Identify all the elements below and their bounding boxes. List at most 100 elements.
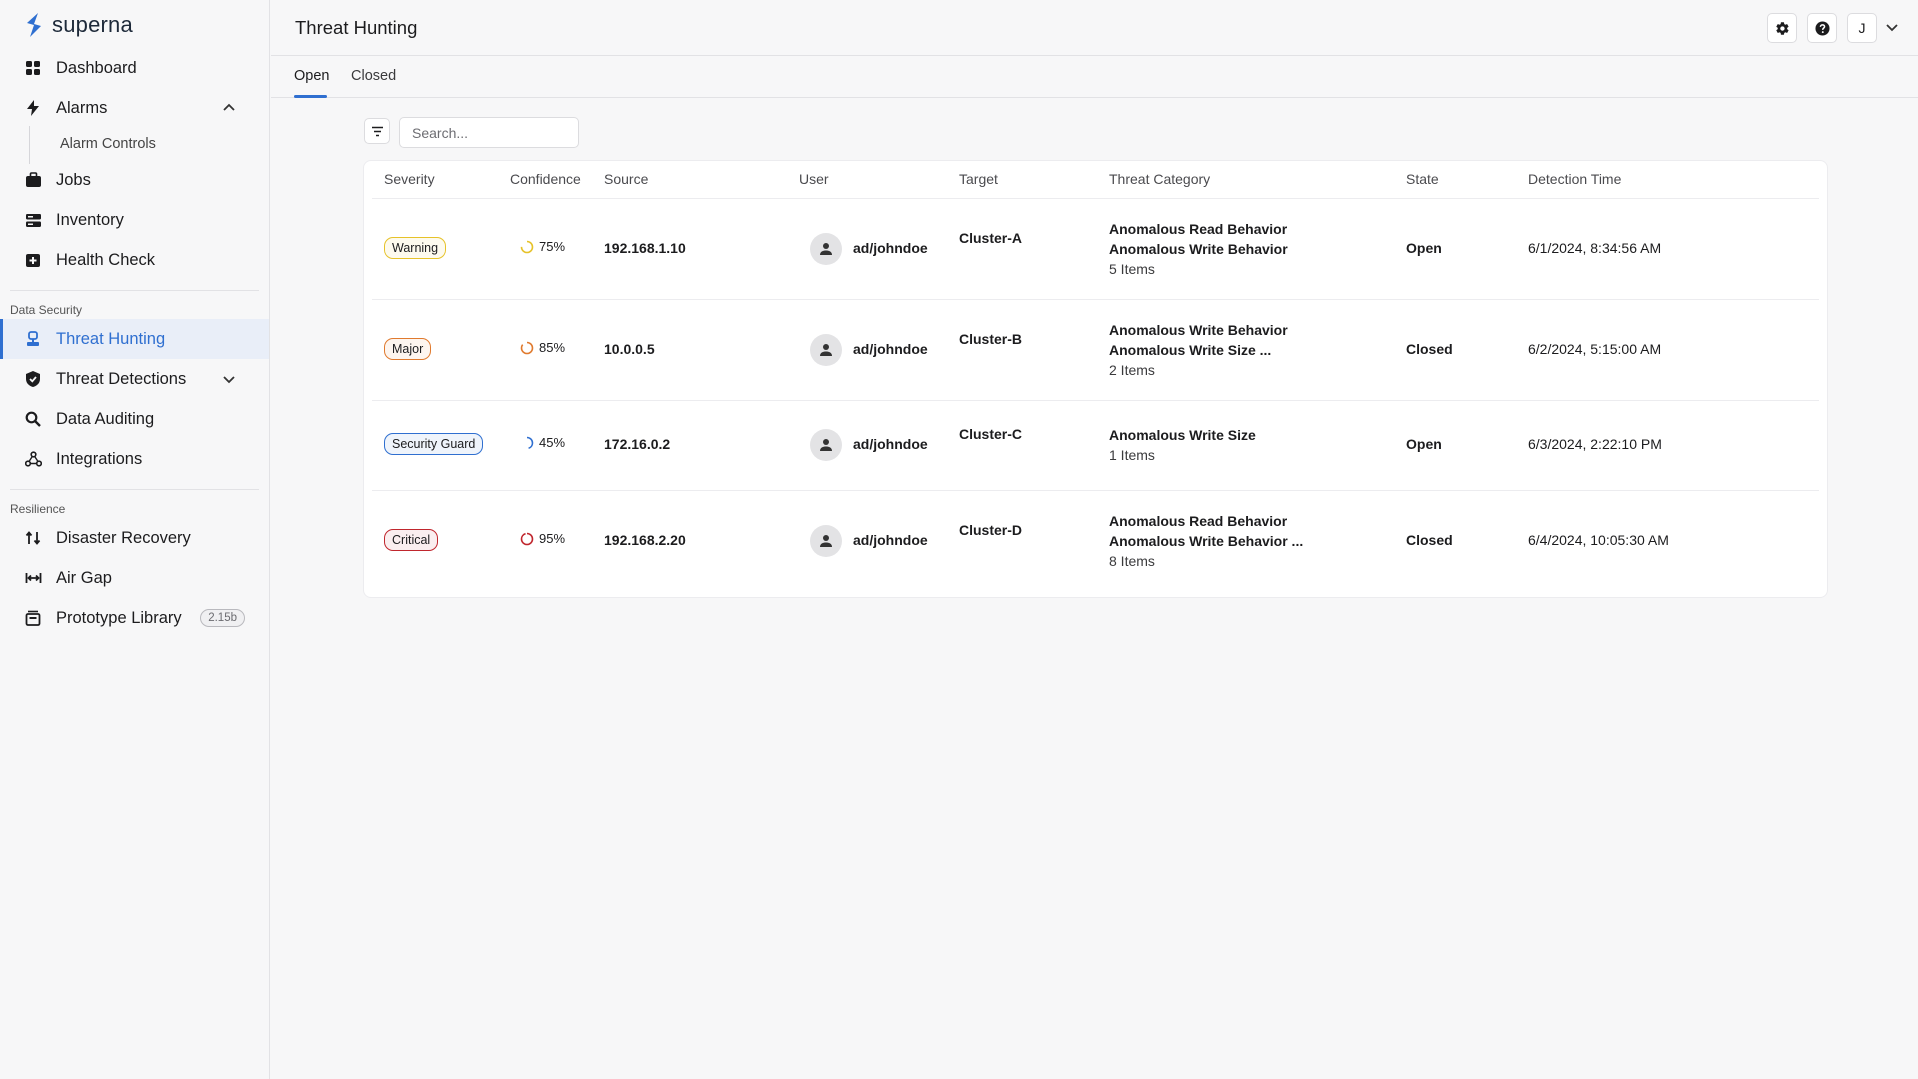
table-row[interactable]: Security Guard 45% 172.16.0.2 ad/johndoe…	[372, 401, 1819, 491]
shield-icon	[24, 370, 42, 388]
tab-bar: Open Closed	[271, 56, 1918, 98]
state-value: Open	[1406, 436, 1442, 452]
confidence-ring-icon	[520, 532, 534, 545]
user-avatar	[810, 525, 842, 557]
source-ip: 192.168.2.20	[604, 532, 686, 548]
threat-category: Anomalous Write Size 1 Items	[1109, 425, 1256, 465]
confidence-indicator: 75%	[520, 239, 565, 254]
person-icon	[820, 243, 832, 255]
chevron-down-icon[interactable]	[1884, 19, 1900, 35]
threat-category-line: Anomalous Write Behavior ...	[1109, 533, 1304, 549]
column-header-source[interactable]: Source	[604, 171, 648, 187]
sidebar-item-health-check[interactable]: Health Check	[0, 240, 269, 280]
tab-closed[interactable]: Closed	[351, 68, 396, 84]
threat-category-line: Anomalous Write Size	[1109, 427, 1256, 443]
person-icon	[820, 535, 832, 547]
person-icon	[820, 439, 832, 451]
header: Threat Hunting J	[271, 0, 1918, 56]
sidebar-item-threat-hunting[interactable]: Threat Hunting	[0, 319, 269, 359]
column-header-confidence[interactable]: Confidence	[510, 171, 581, 187]
table-row[interactable]: Warning 75% 192.168.1.10 ad/johndoe Clus…	[372, 199, 1819, 300]
superna-logo-icon	[27, 13, 41, 37]
sidebar-item-label: Dashboard	[56, 58, 137, 77]
gear-icon	[1775, 21, 1789, 35]
table-row[interactable]: Critical 95% 192.168.2.20 ad/johndoe Clu…	[372, 491, 1819, 592]
chevron-up-icon[interactable]	[221, 100, 237, 116]
logo-text: superna	[52, 12, 133, 37]
sidebar-item-jobs[interactable]: Jobs	[0, 160, 269, 200]
threat-item-count: 5 Items	[1109, 261, 1155, 277]
chevron-down-icon[interactable]	[221, 371, 237, 387]
sidebar-divider	[10, 489, 259, 490]
threats-table: Severity Confidence Source User Target T…	[363, 160, 1828, 598]
medical-icon	[24, 251, 42, 269]
sidebar-item-label: Alarms	[56, 98, 108, 117]
filter-button[interactable]	[364, 118, 390, 144]
source-ip: 172.16.0.2	[604, 436, 671, 452]
sidebar-item-integrations[interactable]: Integrations	[0, 439, 269, 479]
confidence-indicator: 85%	[520, 340, 565, 355]
column-header-detection-time[interactable]: Detection Time	[1528, 171, 1621, 187]
confidence-value: 85%	[539, 340, 566, 355]
target-cluster: Cluster-A	[959, 230, 1023, 246]
sidebar-item-disaster-recovery[interactable]: Disaster Recovery	[0, 518, 269, 558]
sidebar-item-inventory[interactable]: Inventory	[0, 200, 269, 240]
settings-button[interactable]	[1767, 13, 1797, 43]
filter-icon	[371, 126, 383, 136]
sidebar-item-alarms[interactable]: Alarms	[0, 88, 269, 128]
column-header-threat-category[interactable]: Threat Category	[1109, 171, 1210, 187]
search-input[interactable]	[399, 117, 579, 148]
user-name: ad/johndoe	[853, 436, 928, 452]
column-header-severity[interactable]: Severity	[384, 171, 435, 187]
detection-time: 6/3/2024, 2:22:10 PM	[1528, 436, 1662, 452]
threat-category: Anomalous Write Behavior Anomalous Write…	[1109, 320, 1288, 380]
sidebar-item-threat-detections[interactable]: Threat Detections	[0, 359, 269, 399]
version-badge: 2.15b	[200, 609, 245, 627]
threat-item-count: 8 Items	[1109, 553, 1155, 569]
threat-category-line: Anomalous Read Behavior	[1109, 221, 1288, 237]
help-button[interactable]	[1807, 13, 1837, 43]
sidebar-section-title: Resilience	[10, 502, 66, 516]
confidence-indicator: 45%	[520, 435, 565, 450]
threat-category-line: Anomalous Write Size ...	[1109, 342, 1272, 358]
air-gap-icon	[24, 569, 42, 587]
column-header-state[interactable]: State	[1406, 171, 1439, 187]
column-header-user[interactable]: User	[799, 171, 829, 187]
sidebar-item-dashboard[interactable]: Dashboard	[0, 48, 269, 88]
user-initial: J	[1858, 20, 1866, 36]
bolt-icon	[24, 99, 42, 117]
sidebar-item-label: Data Auditing	[56, 409, 155, 428]
state-value: Closed	[1406, 532, 1453, 548]
confidence-arc	[520, 532, 534, 545]
sidebar-item-label: Inventory	[56, 210, 124, 229]
severity-badge: Warning	[384, 237, 447, 259]
sidebar-subitem-alarm-controls[interactable]: Alarm Controls	[0, 126, 269, 164]
column-header-target[interactable]: Target	[959, 171, 998, 187]
sidebar-item-label: Health Check	[56, 250, 156, 269]
tab-open[interactable]: Open	[294, 68, 329, 84]
page-title: Threat Hunting	[295, 17, 418, 38]
logo[interactable]: superna	[22, 10, 133, 40]
sidebar-item-data-auditing[interactable]: Data Auditing	[0, 399, 269, 439]
confidence-indicator: 95%	[520, 531, 565, 546]
swap-icon	[24, 529, 42, 547]
source-ip: 192.168.1.10	[604, 240, 686, 256]
inventory-icon	[24, 211, 42, 229]
sidebar-item-label: Threat Detections	[56, 369, 187, 388]
sidebar-item-prototype-library[interactable]: Prototype Library 2.15b	[0, 598, 269, 638]
confidence-ring-icon	[520, 436, 534, 449]
briefcase-icon	[24, 171, 42, 189]
tab-active-indicator	[294, 95, 327, 98]
sidebar-item-air-gap[interactable]: Air Gap	[0, 558, 269, 598]
person-icon	[820, 344, 832, 356]
table-row[interactable]: Major 85% 10.0.0.5 ad/johndoe Cluster-B …	[372, 300, 1819, 401]
threat-item-count: 1 Items	[1109, 447, 1155, 463]
threat-category: Anomalous Read Behavior Anomalous Write …	[1109, 511, 1303, 571]
sidebar-nav: Dashboard Alarms Alarm Controls Jobs Inv…	[0, 48, 269, 638]
confidence-arc	[520, 240, 534, 253]
user-avatar	[810, 429, 842, 461]
sidebar: superna Dashboard Alarms Alarm Controls …	[0, 0, 270, 1079]
user-avatar-button[interactable]: J	[1847, 13, 1877, 43]
source-ip: 10.0.0.5	[604, 341, 655, 357]
sidebar-item-label: Prototype Library	[56, 608, 182, 627]
